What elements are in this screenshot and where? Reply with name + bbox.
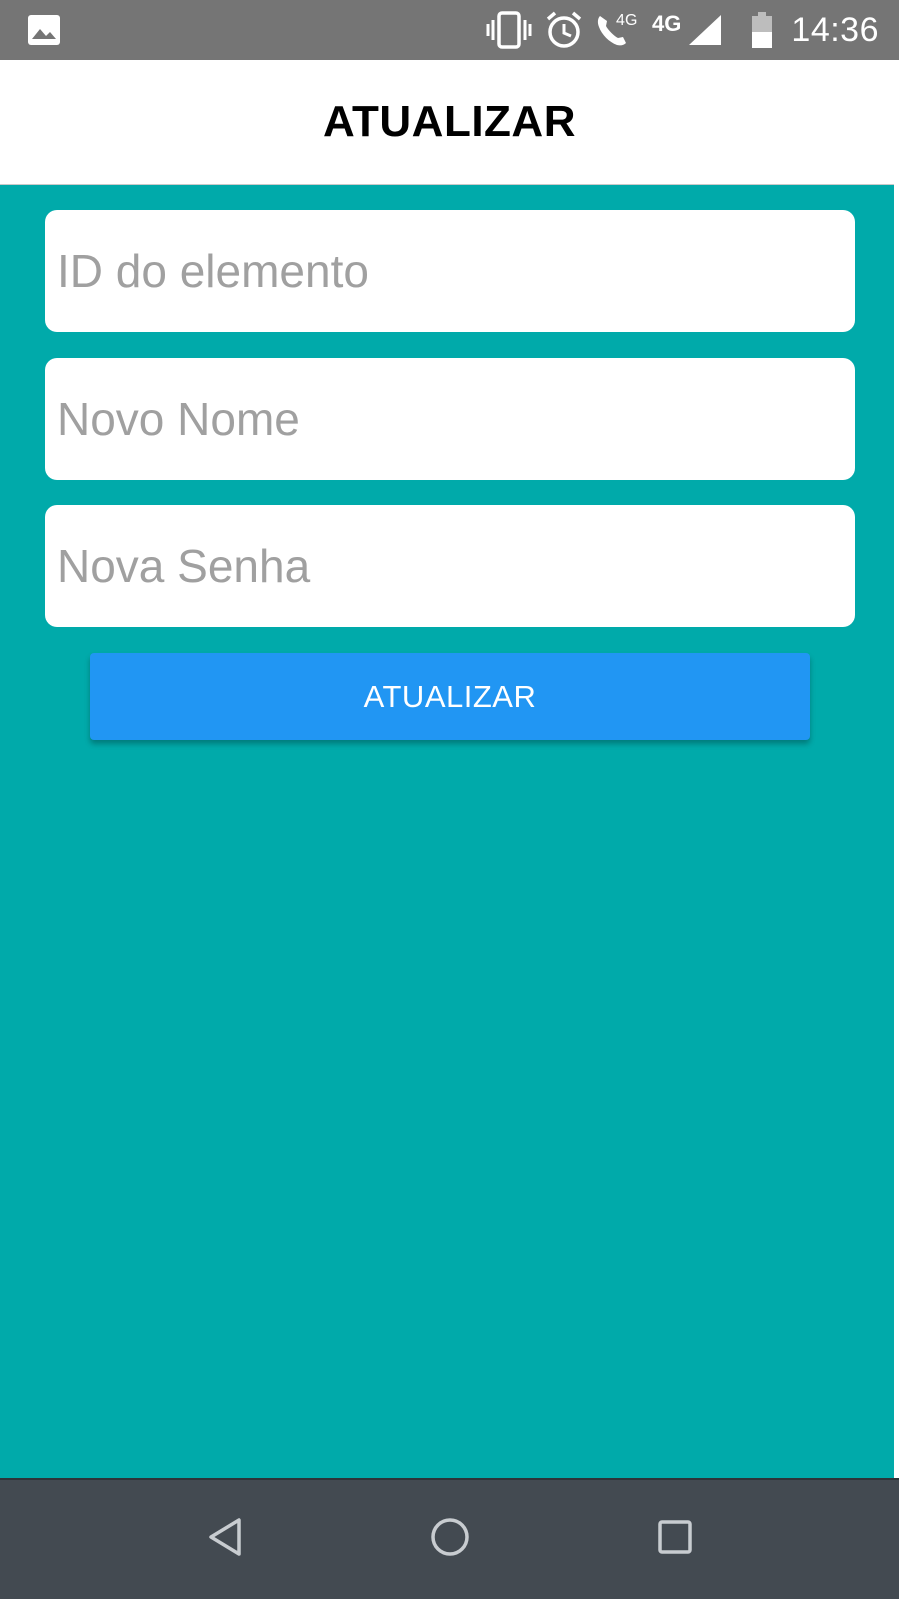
back-button[interactable] xyxy=(165,1480,285,1599)
home-button[interactable] xyxy=(390,1480,510,1599)
home-icon xyxy=(429,1516,471,1563)
status-bar: 4G 4G 14:36 xyxy=(0,0,899,60)
new-password-input[interactable] xyxy=(45,505,855,627)
navigation-bar xyxy=(0,1478,899,1599)
screen-edge xyxy=(894,184,899,1478)
volte-call-icon: 4G xyxy=(594,0,637,60)
status-time: 14:36 xyxy=(791,10,879,49)
back-icon xyxy=(205,1516,245,1563)
recents-icon xyxy=(655,1517,695,1562)
new-name-input[interactable] xyxy=(45,358,855,480)
battery-icon xyxy=(751,0,773,60)
call-network-label: 4G xyxy=(616,12,638,29)
image-icon xyxy=(27,14,61,46)
signal-icon xyxy=(687,0,723,60)
alarm-icon xyxy=(544,0,584,60)
recents-button[interactable] xyxy=(615,1480,735,1599)
element-id-input[interactable] xyxy=(45,210,855,332)
app-bar: ATUALIZAR xyxy=(0,60,899,185)
update-button-label: ATUALIZAR xyxy=(363,678,537,714)
network-type-label: 4G xyxy=(652,11,682,36)
vibrate-icon xyxy=(486,0,532,60)
page-title: ATUALIZAR xyxy=(323,97,576,146)
status-icons: 4G 4G 14:36 xyxy=(486,0,899,60)
update-button[interactable]: ATUALIZAR xyxy=(90,653,810,740)
